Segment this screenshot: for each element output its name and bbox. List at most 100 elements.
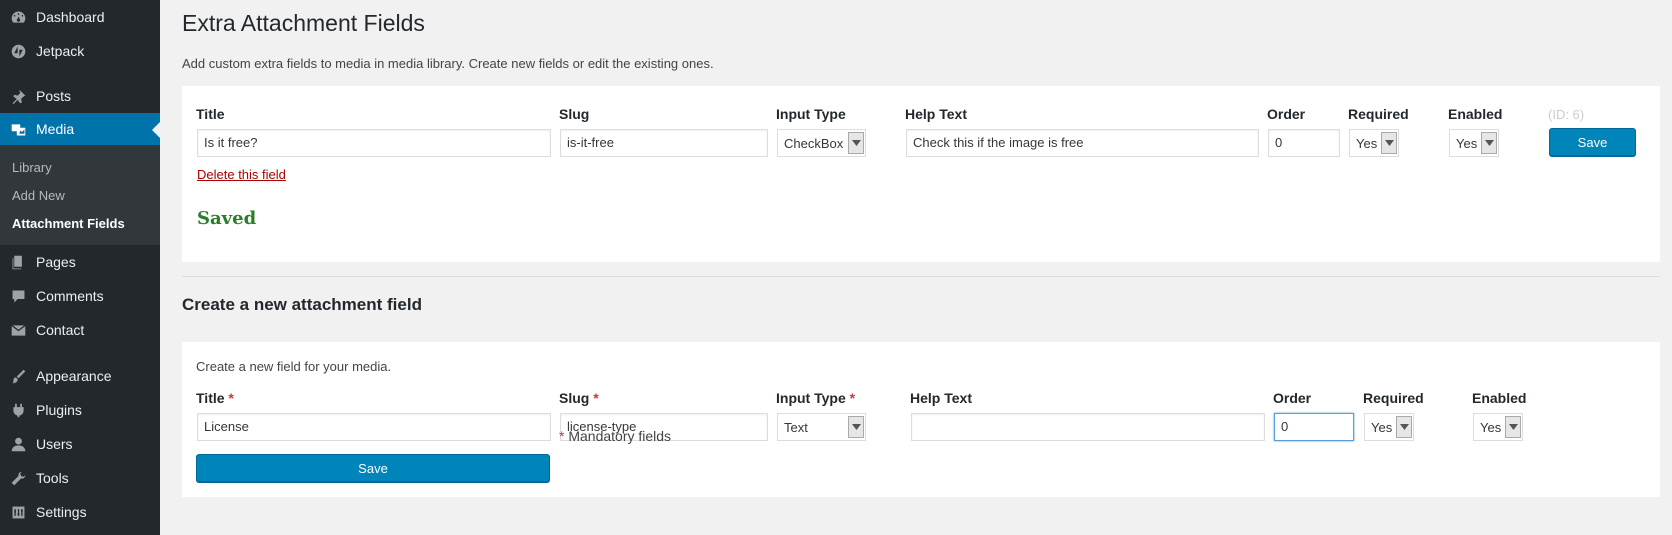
slug-label: Slug (559, 106, 590, 122)
new-order-input[interactable]: 0 (1274, 413, 1354, 441)
chevron-down-icon (848, 416, 864, 438)
sidebar-item-settings[interactable]: Settings (0, 496, 160, 528)
chevron-down-icon (848, 132, 864, 154)
dashboard-icon (0, 9, 36, 26)
mandatory-note: * Mandatory fields (559, 428, 671, 444)
sidebar-item-label: Dashboard (36, 9, 105, 25)
new-required-value: Yes (1371, 419, 1393, 435)
submenu-item-add-new[interactable]: Add New (12, 188, 65, 203)
slug-input[interactable]: is-it-free (560, 129, 768, 157)
mail-icon (0, 322, 36, 339)
saved-message: Saved (197, 208, 257, 229)
pin-icon (0, 88, 36, 105)
enabled-select[interactable]: Yes (1449, 129, 1499, 157)
new-enabled-label: Enabled (1472, 390, 1527, 406)
plugin-icon (0, 402, 36, 419)
required-marker: * (849, 390, 856, 406)
new-enabled-value: Yes (1480, 419, 1502, 435)
required-label: Required (1348, 106, 1409, 122)
new-enabled-select[interactable]: Yes (1473, 413, 1523, 441)
sidebar-item-dashboard[interactable]: Dashboard (0, 1, 160, 33)
sidebar-item-tools[interactable]: Tools (0, 462, 160, 494)
sidebar-item-posts[interactable]: Posts (0, 80, 160, 112)
enabled-label: Enabled (1448, 106, 1503, 122)
sidebar-item-label: Appearance (36, 368, 112, 384)
create-section-title: Create a new attachment field (182, 295, 422, 314)
section-divider (182, 276, 1660, 277)
order-input[interactable]: 0 (1268, 129, 1340, 157)
create-description: Create a new field for your media. (196, 359, 392, 374)
new-order-label: Order (1273, 390, 1312, 406)
required-value: Yes (1356, 135, 1378, 151)
sidebar-item-label: Comments (36, 288, 104, 304)
submenu-item-attachment-fields[interactable]: Attachment Fields (12, 216, 125, 231)
sidebar-item-label: Media (36, 121, 75, 137)
settings-icon (0, 504, 36, 521)
sidebar-item-jetpack[interactable]: Jetpack (0, 35, 160, 67)
delete-field-link[interactable]: Delete this field (197, 167, 286, 182)
save-field-button[interactable]: Save (1549, 128, 1636, 156)
chevron-down-icon (1481, 132, 1497, 154)
wrench-icon (0, 470, 36, 487)
required-select[interactable]: Yes (1349, 129, 1399, 157)
enabled-value: Yes (1456, 135, 1478, 151)
new-slug-label-text: Slug (559, 390, 590, 406)
new-input-type-label-text: Input Type (776, 390, 846, 406)
new-input-type-value: Text (784, 419, 808, 435)
new-required-label: Required (1363, 390, 1424, 406)
sidebar-item-contact[interactable]: Contact (0, 314, 160, 346)
submenu-item-library[interactable]: Library (12, 160, 52, 175)
media-icon (0, 121, 36, 138)
create-field-card: Create a new field for your media. Title… (182, 342, 1660, 497)
page-description: Add custom extra fields to media in medi… (182, 56, 714, 71)
sidebar-item-label: Settings (36, 504, 87, 520)
sidebar-item-label: Tools (36, 470, 69, 486)
required-marker: * (593, 390, 599, 406)
media-submenu: Library Add New Attachment Fields (0, 145, 160, 245)
new-help-text-input[interactable] (911, 413, 1265, 441)
help-text-label: Help Text (905, 106, 967, 122)
jetpack-icon (0, 43, 36, 60)
chevron-down-icon (1381, 132, 1397, 154)
admin-sidebar: Dashboard Jetpack Posts Media Library Ad… (0, 0, 160, 535)
sidebar-item-label: Users (36, 436, 73, 452)
mandatory-note-text: Mandatory fields (568, 428, 672, 444)
new-title-input[interactable]: License (197, 413, 551, 441)
new-required-select[interactable]: Yes (1364, 413, 1414, 441)
sidebar-item-label: Posts (36, 88, 72, 104)
brush-icon (0, 368, 36, 385)
new-title-label: Title * (196, 390, 234, 406)
new-input-type-label: Input Type * (776, 390, 855, 406)
sidebar-item-plugins[interactable]: Plugins (0, 394, 160, 426)
title-label: Title (196, 106, 225, 122)
new-slug-label: Slug * (559, 390, 599, 406)
input-type-label: Input Type (776, 106, 846, 122)
required-marker: * (228, 390, 234, 406)
existing-field-card: Title Slug Input Type Help Text Order Re… (182, 86, 1660, 262)
title-input[interactable]: Is it free? (197, 129, 551, 157)
create-field-save-button[interactable]: Save (196, 454, 550, 482)
new-help-text-label: Help Text (910, 390, 972, 406)
chevron-down-icon (1396, 416, 1412, 438)
new-input-type-select[interactable]: Text (777, 413, 866, 441)
help-text-input[interactable]: Check this if the image is free (906, 129, 1259, 157)
required-marker: * (559, 428, 565, 444)
sidebar-item-users[interactable]: Users (0, 428, 160, 460)
pages-icon (0, 254, 36, 271)
sidebar-item-label: Jetpack (36, 43, 85, 59)
sidebar-item-comments[interactable]: Comments (0, 280, 160, 312)
page-title: Extra Attachment Fields (182, 10, 425, 36)
sidebar-item-appearance[interactable]: Appearance (0, 360, 160, 392)
sidebar-item-media[interactable]: Media (0, 113, 160, 145)
sidebar-item-label: Contact (36, 322, 85, 338)
input-type-value: CheckBox (784, 135, 844, 151)
chevron-down-icon (1505, 416, 1521, 438)
sidebar-item-label: Pages (36, 254, 76, 270)
input-type-select[interactable]: CheckBox (777, 129, 866, 157)
order-label: Order (1267, 106, 1306, 122)
comments-icon (0, 288, 36, 305)
sidebar-item-pages[interactable]: Pages (0, 246, 160, 278)
sidebar-item-label: Plugins (36, 402, 82, 418)
new-title-label-text: Title (196, 390, 225, 406)
users-icon (0, 436, 36, 453)
